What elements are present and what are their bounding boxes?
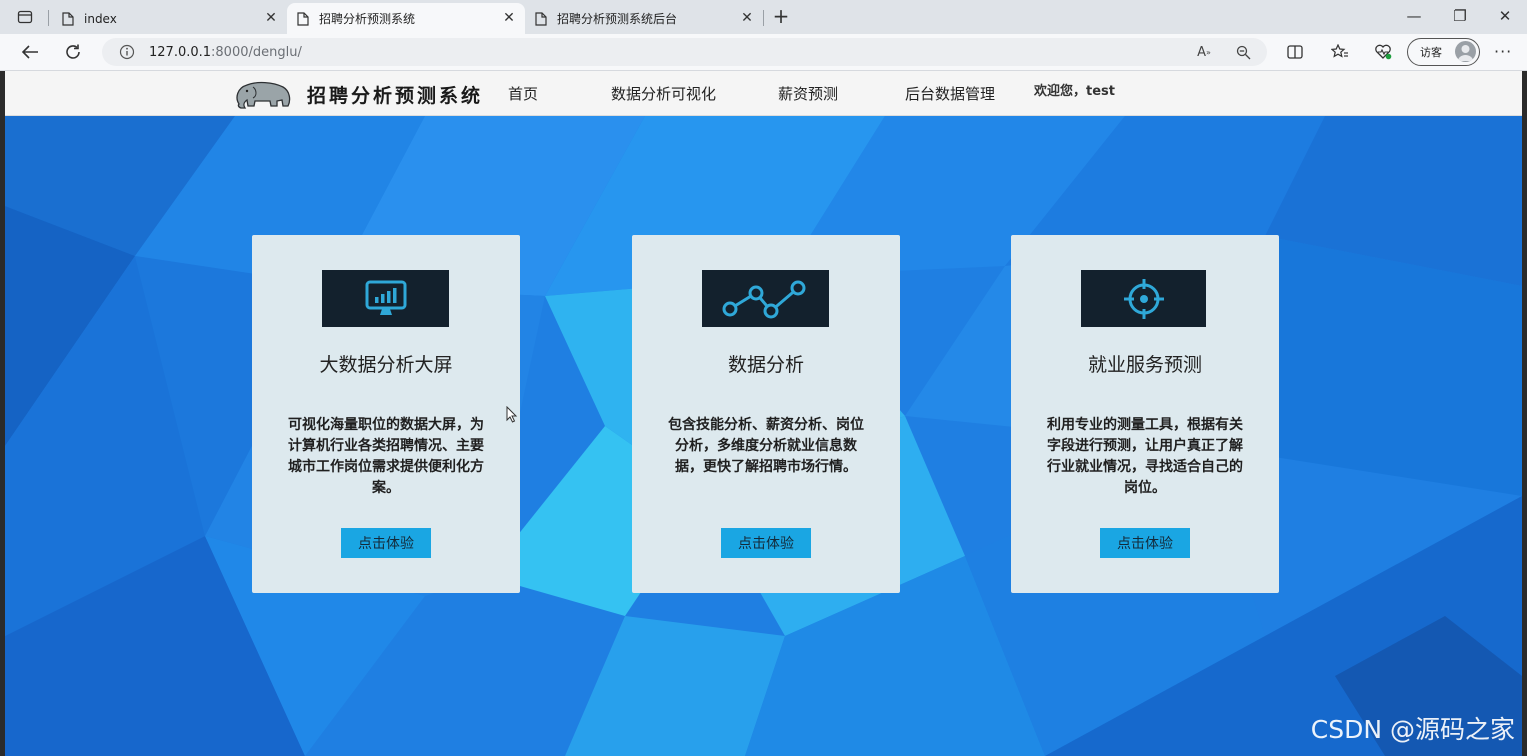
page-icon (535, 11, 547, 26)
card-description: 可视化海量职位的数据大屏，为计算机行业各类招聘情况、主要城市工作岗位需求提供便利… (288, 417, 484, 496)
welcome-text: 欢迎您，test (1034, 84, 1115, 99)
tab-title: index (84, 11, 117, 26)
guest-label: 访客 (1420, 46, 1442, 59)
card-description: 利用专业的测量工具，根据有关字段进行预测，让用户真正了解行业就业情况，寻找适合自… (1047, 417, 1243, 496)
favorites-icon[interactable] (1330, 42, 1350, 62)
split-screen-icon[interactable] (1285, 42, 1305, 62)
tab-separator (48, 10, 49, 26)
site-info-icon[interactable] (119, 44, 135, 60)
close-tab-icon[interactable]: ✕ (739, 10, 755, 26)
tab-separator (763, 10, 764, 26)
zoom-out-icon[interactable] (1233, 42, 1253, 62)
browser-tab-strip: index ✕ 招聘分析预测系统 ✕ 招聘分析预测系统后台 ✕ + — ❐ ✕ (0, 0, 1527, 34)
tab-title: 招聘分析预测系统 (319, 12, 416, 26)
tab-title: 招聘分析预测系统后台 (557, 12, 678, 26)
crosshair-target-icon (1081, 270, 1206, 327)
url-host: 127.0.0.1 (149, 44, 212, 60)
avatar-icon (1455, 41, 1476, 62)
mouse-cursor-icon (506, 406, 518, 423)
minimize-icon[interactable]: — (1400, 5, 1428, 27)
profile-button[interactable]: 访客 (1407, 38, 1480, 66)
restore-icon[interactable]: ❐ (1446, 5, 1474, 27)
card-title: 大数据分析大屏 (319, 354, 453, 376)
tab-recruit-system[interactable]: 招聘分析预测系统 ✕ (287, 3, 525, 34)
monitor-chart-icon (322, 270, 449, 327)
back-icon[interactable] (17, 40, 43, 64)
url-field[interactable]: 127.0.0.1:8000/denglu/ (102, 38, 1267, 66)
site-navbar: 招聘分析预测系统 首页 数据分析可视化 薪资预测 后台数据管理 欢迎您，test (5, 71, 1522, 116)
close-tab-icon[interactable]: ✕ (501, 10, 517, 26)
watermark-text: CSDN @源码之家 (1310, 715, 1515, 744)
close-window-icon[interactable]: ✕ (1491, 5, 1519, 27)
new-tab-icon[interactable]: + (770, 4, 792, 28)
card-employment-prediction: 就业服务预测 利用专业的测量工具，根据有关字段进行预测，让用户真正了解行业就业情… (1011, 235, 1279, 593)
page-icon (62, 11, 74, 26)
card-description: 包含技能分析、薪资分析、岗位分析，多维度分析就业信息数据，更快了解招聘市场行情。 (668, 417, 864, 475)
try-data-analysis-button[interactable]: 点击体验 (721, 528, 811, 558)
tab-index[interactable]: index ✕ (52, 3, 287, 34)
read-aloud-icon[interactable]: A» (1194, 42, 1214, 62)
more-options-icon[interactable]: ··· (1494, 42, 1512, 61)
hero-section: 大数据分析大屏 可视化海量职位的数据大屏，为计算机行业各类招聘情况、主要城市工作… (5, 116, 1522, 756)
card-title: 数据分析 (727, 354, 804, 376)
site-title[interactable]: 招聘分析预测系统 (307, 81, 483, 108)
refresh-icon[interactable] (60, 40, 86, 64)
close-tab-icon[interactable]: ✕ (263, 10, 279, 26)
page-icon (297, 11, 309, 26)
browser-essentials-icon[interactable] (1373, 42, 1393, 62)
tab-actions-icon[interactable] (6, 6, 44, 28)
tab-recruit-admin[interactable]: 招聘分析预测系统后台 ✕ (525, 3, 763, 34)
card-data-analysis: 数据分析 包含技能分析、薪资分析、岗位分析，多维度分析就业信息数据，更快了解招聘… (632, 235, 900, 593)
url-path: :8000/denglu/ (211, 44, 302, 60)
try-big-data-screen-button[interactable]: 点击体验 (341, 528, 431, 558)
nav-data-visualization[interactable]: 数据分析可视化 (611, 83, 716, 104)
address-toolbar: 127.0.0.1:8000/denglu/ A» 访客 ··· (0, 34, 1527, 71)
nav-salary-prediction[interactable]: 薪资预测 (778, 83, 838, 104)
line-chart-icon (702, 270, 829, 327)
nav-admin-data-management[interactable]: 后台数据管理 (905, 83, 995, 104)
nav-home[interactable]: 首页 (508, 83, 538, 104)
web-page: 招聘分析预测系统 首页 数据分析可视化 薪资预测 后台数据管理 欢迎您，test (5, 71, 1522, 756)
elephant-logo-icon[interactable] (233, 78, 293, 110)
card-big-data-screen: 大数据分析大屏 可视化海量职位的数据大屏，为计算机行业各类招聘情况、主要城市工作… (252, 235, 520, 593)
card-title: 就业服务预测 (1087, 354, 1202, 376)
try-employment-prediction-button[interactable]: 点击体验 (1100, 528, 1190, 558)
